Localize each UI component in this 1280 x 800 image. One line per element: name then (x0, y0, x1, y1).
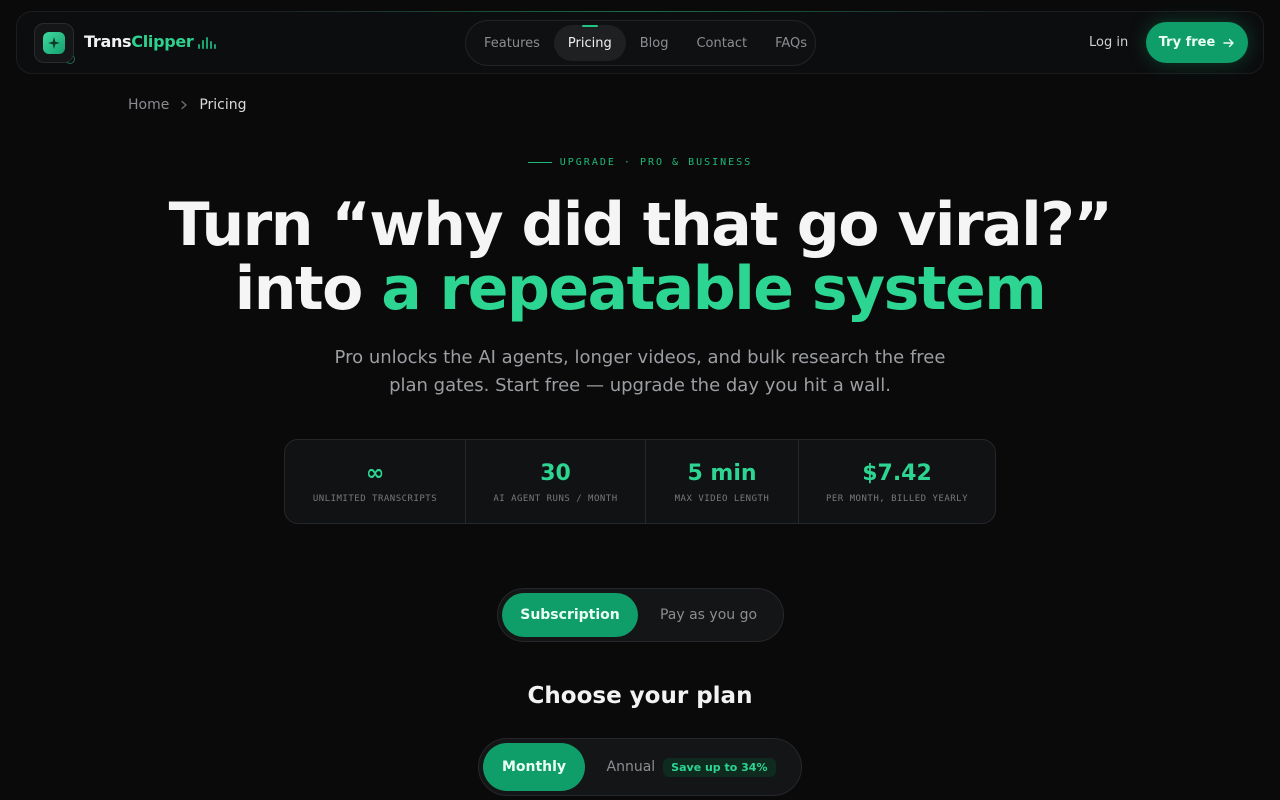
logo-orbit-decoration (65, 54, 75, 64)
billing-period-toggle: Monthly Annual Save up to 34% (478, 738, 802, 796)
nav-link-faqs[interactable]: FAQs (761, 25, 821, 61)
sparkle-icon (43, 32, 65, 54)
nav-link-contact[interactable]: Contact (682, 25, 761, 61)
top-navbar: TransClipper Features Pricing Blog Conta… (16, 11, 1264, 74)
pay-as-you-go-option[interactable]: Pay as you go (638, 607, 779, 623)
audio-bars-icon (198, 37, 216, 49)
navbar-glow-line (257, 11, 1023, 12)
nav-link-features[interactable]: Features (470, 25, 554, 61)
stat-max-video-length: 5 min MAX VIDEO LENGTH (646, 440, 799, 523)
annual-option[interactable]: Annual Save up to 34% (585, 757, 797, 777)
hero-title-line2: into a repeatable system (0, 254, 1280, 324)
eyebrow-text: UPGRADE · PRO & BUSINESS (559, 157, 753, 168)
try-free-button[interactable]: Try free (1146, 22, 1248, 63)
plans-heading: Choose your plan (527, 683, 753, 709)
stat-value: $7.42 (862, 460, 932, 486)
stat-agent-runs: 30 AI AGENT RUNS / MONTH (466, 440, 646, 523)
arrow-right-icon (1223, 38, 1234, 47)
chevron-right-icon (181, 100, 188, 110)
hero-eyebrow: UPGRADE · PRO & BUSINESS (0, 157, 1280, 168)
try-free-label: Try free (1158, 35, 1216, 50)
hero-subtitle: Pro unlocks the AI agents, longer videos… (334, 347, 946, 396)
login-link[interactable]: Log in (1089, 35, 1128, 50)
hero-title-highlight: a repeatable system (381, 254, 1047, 324)
stat-label: MAX VIDEO LENGTH (674, 493, 770, 504)
hero-title-prefix: into (234, 254, 382, 324)
annual-label: Annual (606, 759, 656, 775)
breadcrumb-current: Pricing (199, 97, 247, 113)
logo-icon[interactable] (34, 23, 75, 64)
subscription-option[interactable]: Subscription (502, 593, 638, 637)
breadcrumb-home[interactable]: Home (128, 97, 169, 113)
hero-title-line1: Turn “why did that go viral?” (168, 190, 1113, 260)
billing-mode-toggle: Subscription Pay as you go (497, 588, 784, 642)
brand-name-part2: Clipper (131, 32, 194, 51)
monthly-option[interactable]: Monthly (483, 743, 585, 791)
stats-bar: ∞ UNLIMITED TRANSCRIPTS 30 AI AGENT RUNS… (284, 439, 996, 524)
nav-link-blog[interactable]: Blog (626, 25, 683, 61)
save-badge: Save up to 34% (663, 757, 776, 777)
main-nav: Features Pricing Blog Contact FAQs (465, 20, 816, 66)
breadcrumb: Home Pricing (128, 97, 247, 113)
brand-name-part1: Trans (84, 32, 132, 51)
stat-value: 5 min (687, 460, 757, 486)
stat-label: PER MONTH, BILLED YEARLY (825, 493, 969, 504)
stat-value: ∞ (365, 460, 385, 486)
stat-price: $7.42 PER MONTH, BILLED YEARLY (799, 440, 995, 523)
stat-value: 30 (540, 460, 571, 486)
stat-label: UNLIMITED TRANSCRIPTS (312, 493, 438, 504)
brand-name[interactable]: TransClipper (84, 32, 194, 51)
eyebrow-line (527, 161, 552, 163)
stat-label: AI AGENT RUNS / MONTH (493, 493, 618, 504)
nav-link-pricing[interactable]: Pricing (553, 25, 626, 61)
stat-unlimited-transcripts: ∞ UNLIMITED TRANSCRIPTS (285, 440, 466, 523)
